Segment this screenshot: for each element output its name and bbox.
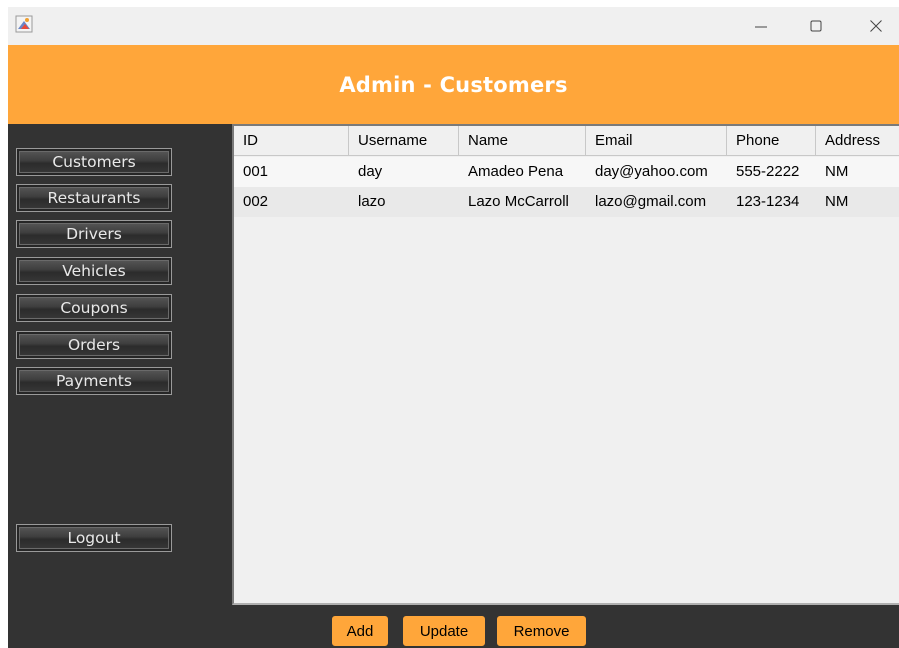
close-icon[interactable] xyxy=(853,7,899,45)
java-app-icon xyxy=(15,15,33,33)
column-header-address[interactable]: Address xyxy=(816,126,899,156)
cell-id: 001 xyxy=(243,163,269,180)
column-header-phone[interactable]: Phone xyxy=(727,126,816,156)
customers-table[interactable]: ID Username Name Email Phone Address 001… xyxy=(232,124,899,605)
action-bar: Add Update Remove xyxy=(8,605,899,648)
sidebar-item-restaurants[interactable]: Restaurants xyxy=(16,184,172,212)
sidebar-item-orders[interactable]: Orders xyxy=(16,331,172,359)
cell-address: NM xyxy=(825,193,849,210)
cell-id: 002 xyxy=(243,193,269,210)
cell-phone: 123-1234 xyxy=(736,193,800,210)
sidebar-item-coupons[interactable]: Coupons xyxy=(16,294,172,322)
cell-phone: 555-2222 xyxy=(736,163,800,180)
add-button[interactable]: Add xyxy=(332,616,388,646)
column-header-email[interactable]: Email xyxy=(586,126,727,156)
table-row[interactable]: 002 lazo Lazo McCarroll lazo@gmail.com 1… xyxy=(234,187,899,217)
sidebar-item-payments[interactable]: Payments xyxy=(16,367,172,395)
sidebar-item-customers[interactable]: Customers xyxy=(16,148,172,176)
sidebar: Customers Restaurants Drivers Vehicles C… xyxy=(8,124,232,605)
cell-email: day@yahoo.com xyxy=(595,163,708,180)
sidebar-item-vehicles[interactable]: Vehicles xyxy=(16,257,172,285)
cell-email: lazo@gmail.com xyxy=(595,193,707,210)
page-header: Admin - Customers xyxy=(8,45,899,124)
column-header-name[interactable]: Name xyxy=(459,126,586,156)
title-bar xyxy=(8,7,899,45)
maximize-icon[interactable] xyxy=(793,7,839,45)
cell-username: day xyxy=(358,163,383,180)
sidebar-item-drivers[interactable]: Drivers xyxy=(16,220,172,248)
cell-name: Lazo McCarroll xyxy=(468,193,569,210)
cell-name: Amadeo Pena xyxy=(468,163,564,180)
remove-button[interactable]: Remove xyxy=(497,616,586,646)
logout-button[interactable]: Logout xyxy=(16,524,172,552)
minimize-icon[interactable] xyxy=(738,7,784,45)
table-row[interactable]: 001 day Amadeo Pena day@yahoo.com 555-22… xyxy=(234,157,899,187)
cell-address: NM xyxy=(825,163,849,180)
column-header-username[interactable]: Username xyxy=(349,126,459,156)
table-header: ID Username Name Email Phone Address xyxy=(234,124,899,156)
column-header-id[interactable]: ID xyxy=(234,126,349,156)
cell-username: lazo xyxy=(358,193,386,210)
page-title: Admin - Customers xyxy=(339,72,568,97)
update-button[interactable]: Update xyxy=(403,616,485,646)
app-window: Admin - Customers Customers Restaurants … xyxy=(0,0,899,648)
